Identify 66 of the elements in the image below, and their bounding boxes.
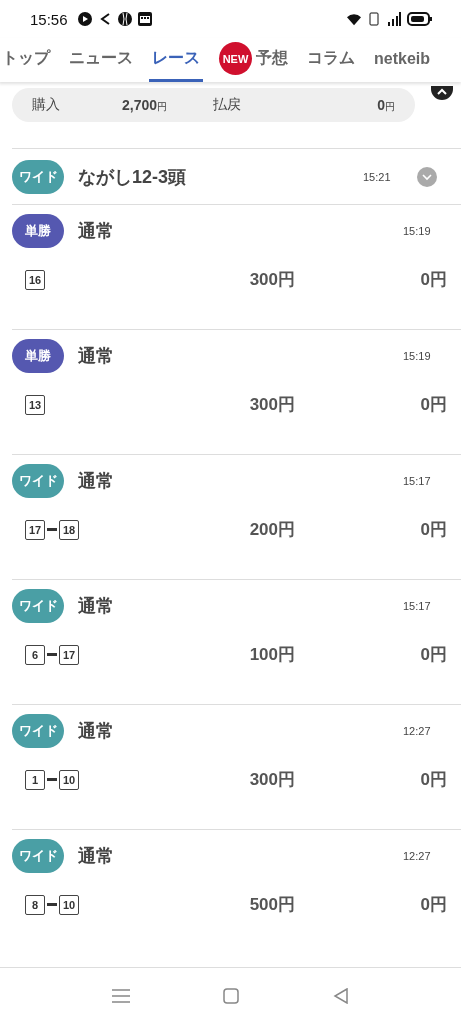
bet-title: 通常 xyxy=(78,720,115,743)
bet-title: 通常 xyxy=(78,845,115,868)
nav-tab[interactable]: コラム xyxy=(304,38,358,82)
horse-number: 13 xyxy=(25,394,45,415)
purchase-amount: 2,700円 xyxy=(122,96,168,114)
horse-number: 18 xyxy=(59,519,79,540)
bet-amount: 300円 xyxy=(248,769,295,791)
nav-tab[interactable]: レース xyxy=(149,38,203,82)
bet-type-badge: ワイド xyxy=(12,714,64,748)
payout-amount: 0円 xyxy=(377,96,395,114)
wifi-icon xyxy=(347,12,361,26)
bet-time: 15:19 xyxy=(403,350,432,362)
menu-icon[interactable] xyxy=(111,988,130,1004)
horse-number: 6 xyxy=(25,644,45,665)
nav-tab[interactable]: トップ xyxy=(0,38,53,82)
play-icon xyxy=(77,12,92,26)
bet-amount: 500円 xyxy=(248,894,295,916)
bet-title: 通常 xyxy=(78,220,115,243)
bet-type-badge: ワイド xyxy=(12,839,64,873)
payout-amount: 0円 xyxy=(419,769,447,791)
ball-icon xyxy=(117,12,132,26)
calendar-icon xyxy=(137,12,152,26)
bet-title: 通常 xyxy=(78,345,115,368)
horse-number: 8 xyxy=(25,894,45,915)
new-badge: NEW xyxy=(219,42,252,75)
back-icon[interactable] xyxy=(331,988,350,1004)
bet-time: 15:17 xyxy=(403,475,432,487)
bet-time: 15:21 xyxy=(363,170,392,183)
bet-title: ながし12-3頭 xyxy=(78,165,188,189)
payout-amount: 0円 xyxy=(419,394,447,416)
nav-tab[interactable]: NEW 予想 xyxy=(216,38,291,82)
home-icon[interactable] xyxy=(221,988,240,1004)
bet-title: 通常 xyxy=(78,470,115,493)
payout-amount: 0円 xyxy=(419,269,447,291)
horse-number: 10 xyxy=(59,769,79,790)
horse-number: 1 xyxy=(25,769,45,790)
close-button[interactable] xyxy=(431,86,453,100)
bet-type-badge: 単勝 xyxy=(12,339,64,373)
bet-type-badge: ワイド xyxy=(12,159,64,194)
bet-type-badge: ワイド xyxy=(12,589,64,623)
horse-number: 17 xyxy=(59,644,79,665)
horse-number: 10 xyxy=(59,894,79,915)
horse-number: 17 xyxy=(25,519,45,540)
battery-icon xyxy=(407,12,433,26)
payout-amount: 0円 xyxy=(419,894,447,916)
nav-tab[interactable]: netkeib xyxy=(371,38,433,82)
status-time: 15:56 xyxy=(30,10,68,28)
bet-type-badge: 単勝 xyxy=(12,214,64,248)
purchase-label: 購入 xyxy=(32,96,61,114)
bet-title: 通常 xyxy=(78,595,115,618)
bet-time: 12:27 xyxy=(403,725,432,737)
bet-amount: 300円 xyxy=(248,394,295,416)
signal-icon xyxy=(387,12,401,26)
bet-amount: 200円 xyxy=(248,519,295,541)
bet-type-badge: ワイド xyxy=(12,464,64,498)
payout-amount: 0円 xyxy=(419,644,447,666)
expand-button[interactable] xyxy=(417,166,437,187)
horse-number: 16 xyxy=(25,269,45,290)
payout-amount: 0円 xyxy=(419,519,447,541)
bet-time: 12:27 xyxy=(403,850,432,862)
bet-amount: 300円 xyxy=(248,269,295,291)
bet-time: 15:17 xyxy=(403,600,432,612)
bet-amount: 100円 xyxy=(248,644,295,666)
bet-time: 15:19 xyxy=(403,225,432,237)
nav-tab[interactable]: ニュース xyxy=(66,38,136,82)
payout-label: 払戻 xyxy=(213,96,243,114)
